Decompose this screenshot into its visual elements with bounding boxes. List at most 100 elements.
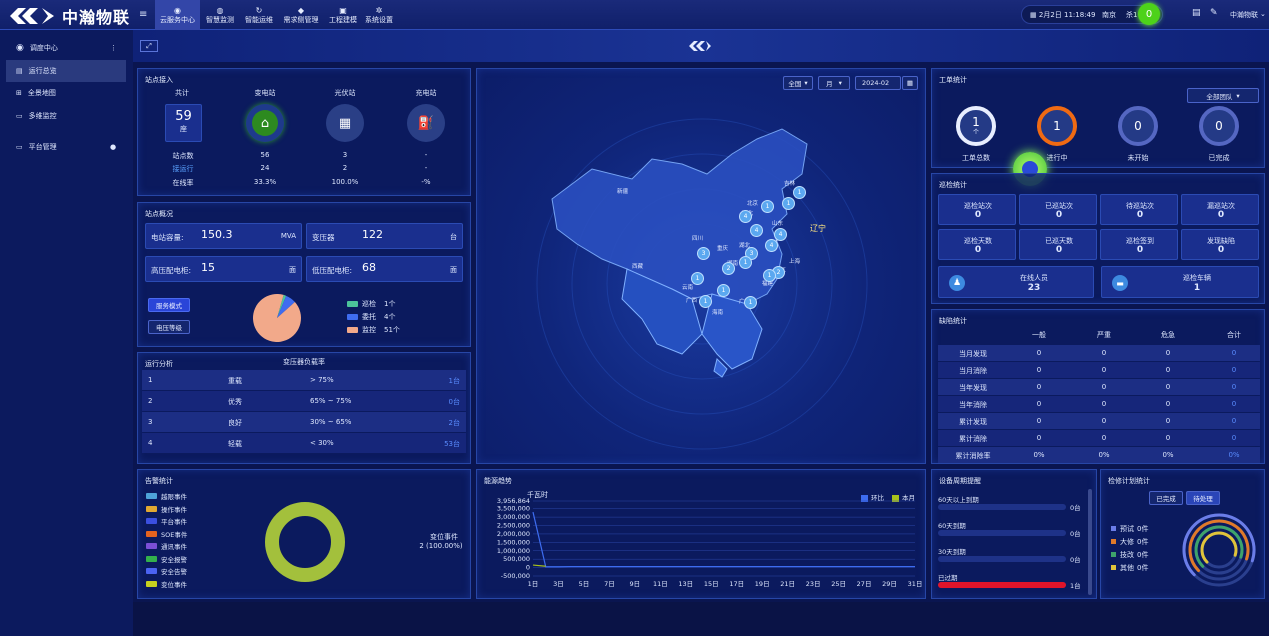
nav-tab-1[interactable]: ◍ 智慧监测	[200, 0, 240, 30]
work-order-stat[interactable]: 1	[1037, 106, 1077, 146]
user-menu[interactable]: 中瀚物联	[1230, 10, 1258, 20]
work-order-stat[interactable]: 1个	[956, 106, 996, 146]
legend-name: 大修	[1120, 537, 1134, 546]
sidebar-item-dispatch[interactable]: ◉ 调度中心 ⋮	[6, 37, 126, 59]
sidebar-item-map[interactable]: ⊞ 全景地图	[6, 82, 126, 104]
legend-item[interactable]: 其他 0件	[1111, 561, 1148, 574]
sidebar-item-platform[interactable]: ▭ 平台管理 ●	[6, 136, 126, 158]
team-filter-select[interactable]: 全部团队 ▾	[1187, 88, 1259, 103]
table-row[interactable]: 当月消除 0 0 0 0	[938, 362, 1260, 378]
x-tick-label: 27日	[857, 580, 872, 588]
legend-item[interactable]: 越限事件	[146, 490, 187, 503]
series-line-1[interactable]	[532, 564, 546, 567]
table-row[interactable]: 累计消除率 0% 0% 0% 0%	[938, 447, 1260, 463]
scrollbar[interactable]	[1088, 489, 1092, 595]
fullscreen-icon[interactable]: ⤢	[140, 40, 158, 52]
map-cluster-marker[interactable]: 4	[774, 228, 787, 241]
sidebar-item-monitor[interactable]: ▭ 多维监控	[6, 105, 126, 127]
calendar-icon[interactable]: ▦	[902, 76, 918, 90]
x-tick-label: 17日	[729, 580, 744, 588]
patrol-cell[interactable]: 巡检站次 0	[938, 194, 1016, 225]
table-row[interactable]: 累计发现 0 0 0 0	[938, 413, 1260, 429]
map-cluster-marker[interactable]: 1	[691, 272, 704, 285]
legend-swatch	[1111, 526, 1116, 531]
patrol-cell[interactable]: 已巡天数 0	[1019, 229, 1097, 260]
chevron-down-icon[interactable]: ⌄	[1260, 10, 1266, 18]
patrol-cell[interactable]: 巡检天数 0	[938, 229, 1016, 260]
legend-item[interactable]: 平台事件	[146, 515, 187, 528]
notification-badge[interactable]: 0	[1138, 3, 1160, 25]
legend-item[interactable]: 通讯事件	[146, 540, 187, 553]
sidebar-item-label: 平台管理	[28, 143, 57, 151]
clipboard-icon[interactable]: ▤	[1192, 8, 1201, 18]
legend-item[interactable]: 大修 0件	[1111, 535, 1148, 548]
map-cluster-marker[interactable]: 1	[739, 256, 752, 269]
brand-logo[interactable]: 中瀚物联	[8, 4, 130, 28]
patrol-cell[interactable]: 漏巡站次 0	[1181, 194, 1259, 225]
tab-pending[interactable]: 待处理	[1186, 491, 1220, 505]
maintenance-legend: 预试 0件 大修 0件 技改 0件 其他 0件	[1111, 522, 1148, 574]
legend-item[interactable]: 监控 51个	[347, 323, 400, 336]
map-cluster-marker[interactable]: 1	[793, 186, 806, 199]
nav-tab-0[interactable]: ◉ 云服务中心	[155, 0, 200, 30]
highlight-province[interactable]: 辽宁	[810, 223, 826, 234]
table-row[interactable]: 当年消除 0 0 0 0	[938, 396, 1260, 412]
map-cluster-marker[interactable]: 1	[782, 197, 795, 210]
map-cluster-marker[interactable]: 1	[761, 200, 774, 213]
map-label: 广西	[686, 298, 698, 304]
legend-item[interactable]: SOE事件	[146, 528, 187, 541]
sidebar-item-overview[interactable]: ▤ 运行总览	[6, 60, 126, 82]
china-map	[551, 128, 808, 378]
row-count[interactable]: 0台	[449, 397, 460, 407]
nav-tab-3[interactable]: ◆ 需求侧管理	[278, 0, 324, 30]
map-cluster-marker[interactable]: 4	[739, 210, 752, 223]
row-value: 33.3%	[253, 178, 277, 186]
series-line-0[interactable]	[532, 511, 915, 568]
row-count[interactable]: 1台	[449, 376, 460, 386]
patrol-cell[interactable]: 巡检签到 0	[1100, 229, 1178, 260]
legend-item[interactable]: 变位事件	[146, 578, 187, 591]
work-order-stat[interactable]: 0	[1118, 106, 1158, 146]
legend-item[interactable]: 技改 0件	[1111, 548, 1148, 561]
table-row[interactable]: 1 重载 > 75% 1台	[142, 370, 466, 390]
work-order-stat[interactable]: 0	[1199, 106, 1239, 146]
map-cluster-marker[interactable]: 3	[697, 247, 710, 260]
legend-item[interactable]: 安全报警	[146, 553, 187, 566]
patrol-cell[interactable]: 发现缺陷 0	[1181, 229, 1259, 260]
pen-icon[interactable]: ✎	[1210, 8, 1218, 18]
period-select[interactable]: 月 ▾	[818, 76, 850, 90]
table-row[interactable]: 2 优秀 65% ~ 75% 0台	[142, 391, 466, 411]
table-row[interactable]: 累计消除 0 0 0 0	[938, 430, 1260, 446]
map-cluster-marker[interactable]: 1	[699, 295, 712, 308]
legend-name: 通讯事件	[161, 543, 187, 552]
legend-item[interactable]: 委托 4个	[347, 310, 400, 323]
map-cluster-marker[interactable]: 4	[750, 224, 763, 237]
legend-item[interactable]: 预试 0件	[1111, 522, 1148, 535]
map-cluster-marker[interactable]: 1	[717, 284, 730, 297]
map-cluster-marker[interactable]: 1	[744, 296, 757, 309]
table-row[interactable]: 当年发现 0 0 0 0	[938, 379, 1260, 395]
legend-item[interactable]: 操作事件	[146, 503, 187, 516]
date-input[interactable]: 2024-02	[855, 76, 901, 90]
tab-completed[interactable]: 已完成	[1149, 491, 1183, 505]
patrol-cell[interactable]: 已巡站次 0	[1019, 194, 1097, 225]
map-cluster-marker[interactable]: 1	[763, 269, 776, 282]
nav-tab-5[interactable]: ✲ 系统设置	[362, 0, 396, 30]
table-row[interactable]: 3 良好 30% ~ 65% 2台	[142, 412, 466, 432]
voltage-level-button[interactable]: 电压等级	[148, 320, 190, 334]
row-count[interactable]: 53台	[444, 439, 460, 449]
nav-tab-2[interactable]: ↻ 智能运维	[240, 0, 278, 30]
row-count[interactable]: 2台	[449, 418, 460, 428]
cell-value: 0	[1036, 383, 1042, 391]
map-cluster-marker[interactable]: 4	[765, 239, 778, 252]
table-row[interactable]: 当月发现 0 0 0 0	[938, 345, 1260, 361]
service-mode-button[interactable]: 服务模式	[148, 298, 190, 312]
map-cluster-marker[interactable]: 2	[722, 262, 735, 275]
legend-item[interactable]: 巡检 1个	[347, 297, 400, 310]
patrol-cell[interactable]: 待巡站次 0	[1100, 194, 1178, 225]
legend-item[interactable]: 安全告警	[146, 565, 187, 578]
region-select[interactable]: 全国 ▾	[783, 76, 813, 90]
menu-toggle-icon[interactable]: ≡	[139, 9, 147, 20]
nav-tab-4[interactable]: ▣ 工程建模	[324, 0, 362, 30]
table-row[interactable]: 4 轻载 < 30% 53台	[142, 433, 466, 453]
